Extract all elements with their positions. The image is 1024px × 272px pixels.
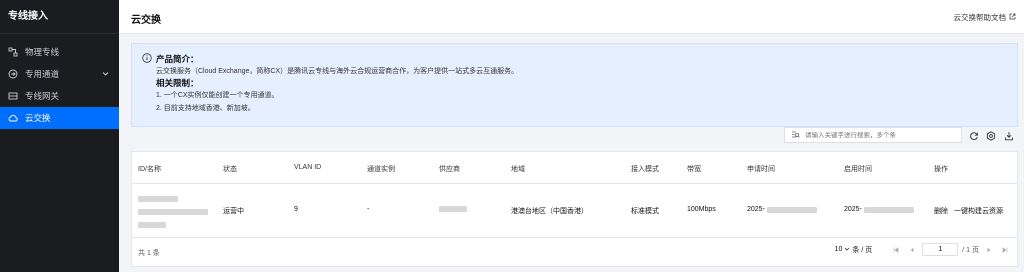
redacted-time — [863, 206, 914, 213]
col-header: 状态 — [223, 166, 237, 173]
col-header: ID/名称 — [138, 166, 161, 173]
region: 港澳台地区（中国香港） — [511, 208, 588, 215]
prev-page-icon[interactable] — [906, 244, 918, 256]
redacted-name — [138, 222, 166, 228]
info-panel: 产品简介： 云交换服务（Cloud Exchange，简称CX）是腾讯云专线与海… — [131, 43, 1018, 127]
sidebar: 专线接入 物理专线 专用通道 专线网关 云交换 — [0, 0, 119, 272]
external-link-icon — [1009, 13, 1016, 22]
page-total: / 1 页 — [962, 246, 979, 254]
bandwidth: 100Mbps — [687, 206, 716, 213]
page-size-select[interactable]: 10 条 / 页 — [835, 245, 873, 255]
enable-time-text: 2025- — [844, 206, 862, 213]
vlan-id: 9 — [294, 206, 298, 213]
sidebar-item-gateway[interactable]: 专线网关 — [0, 85, 119, 107]
sidebar-item-label: 专用通道 — [25, 69, 60, 79]
pagination: 10 条 / 页 1 / 1 页 — [835, 243, 1011, 256]
col-header: VLAN ID — [294, 164, 322, 171]
col-header: 启用时间 — [844, 166, 872, 173]
intro-text: 云交换服务（Cloud Exchange，简称CX）是腾讯云专线与海外云合规运营… — [156, 68, 519, 75]
sidebar-title: 专线接入 — [0, 0, 119, 34]
page-title: 云交换 — [131, 15, 161, 26]
apply-time: 2025- — [747, 206, 817, 213]
limit-item: 1. 一个CX实例仅能创建一个专用通道。 — [156, 92, 279, 99]
sidebar-nav: 物理专线 专用通道 专线网关 云交换 — [0, 41, 119, 129]
delete-button[interactable]: 删除 — [934, 206, 948, 216]
cloud-icon — [8, 113, 18, 123]
apply-time-text: 2025- — [747, 206, 765, 213]
vendor-cell — [439, 206, 467, 214]
search-input[interactable] — [805, 131, 955, 139]
enable-time: 2025- — [844, 206, 914, 213]
limit-item: 2. 目前支持地域香港、新加坡。 — [156, 105, 255, 112]
download-icon[interactable] — [1003, 130, 1014, 141]
last-page-icon[interactable] — [999, 244, 1011, 256]
main-content: 产品简介： 云交换服务（Cloud Exchange，简称CX）是腾讯云专线与海… — [119, 34, 1024, 272]
search-box[interactable] — [784, 127, 962, 143]
limits-title: 相关限制： — [156, 78, 199, 88]
info-icon — [142, 53, 152, 65]
redacted-vendor — [439, 206, 467, 212]
search-icon — [791, 130, 800, 141]
help-doc-link[interactable]: 云交换帮助文档 — [954, 12, 1017, 23]
total-count: 共 1 条 — [138, 250, 160, 257]
col-header: 申请时间 — [747, 166, 775, 173]
chevron-down-icon — [102, 69, 109, 79]
col-header: 通道实例 — [367, 166, 395, 173]
channel-instance: - — [367, 206, 370, 213]
refresh-icon[interactable] — [968, 130, 979, 141]
intro-title: 产品简介： — [156, 54, 199, 64]
sidebar-item-label: 物理专线 — [25, 47, 60, 57]
col-header: 地域 — [511, 166, 525, 173]
page-input[interactable]: 1 — [922, 243, 959, 256]
gateway-icon — [8, 91, 18, 101]
help-link-label: 云交换帮助文档 — [953, 13, 1007, 22]
page-size-unit: 条 / 页 — [852, 246, 873, 254]
col-header: 带宽 — [687, 166, 701, 173]
access-mode: 标准模式 — [631, 208, 659, 215]
first-page-icon[interactable] — [890, 244, 902, 256]
col-header: 操作 — [934, 166, 948, 173]
sidebar-item-physical-line[interactable]: 物理专线 — [0, 41, 119, 63]
id-name-cell[interactable] — [138, 196, 208, 228]
sidebar-item-cloud-exchange[interactable]: 云交换 — [0, 107, 119, 129]
table-row: 运营中 9 - 港澳台地区（中国香港） 标准模式 100Mbps 2025- 2… — [132, 184, 1017, 238]
col-header: 接入模式 — [631, 166, 659, 173]
col-header: 供应商 — [439, 166, 460, 173]
chevron-down-icon — [844, 246, 850, 254]
build-cloud-resource-button[interactable]: 一键构建云资源 — [954, 206, 1003, 216]
instance-table: ID/名称 状态 VLAN ID 通道实例 供应商 地域 接入模式 带宽 申请时… — [131, 151, 1018, 267]
status-badge: 运营中 — [223, 208, 244, 215]
redacted-id — [138, 196, 178, 202]
table-header: ID/名称 状态 VLAN ID 通道实例 供应商 地域 接入模式 带宽 申请时… — [132, 152, 1017, 184]
channel-icon — [8, 69, 18, 79]
page-size-value: 10 — [834, 246, 843, 253]
physical-line-icon — [8, 47, 18, 57]
redacted-name — [138, 209, 208, 215]
settings-icon[interactable] — [985, 130, 996, 141]
redacted-time — [766, 206, 817, 213]
sidebar-item-channel[interactable]: 专用通道 — [0, 63, 119, 85]
next-page-icon[interactable] — [983, 244, 995, 256]
sidebar-item-label: 专线网关 — [25, 91, 60, 101]
page-header: 云交换 云交换帮助文档 — [119, 0, 1024, 34]
sidebar-item-label: 云交换 — [25, 113, 51, 123]
